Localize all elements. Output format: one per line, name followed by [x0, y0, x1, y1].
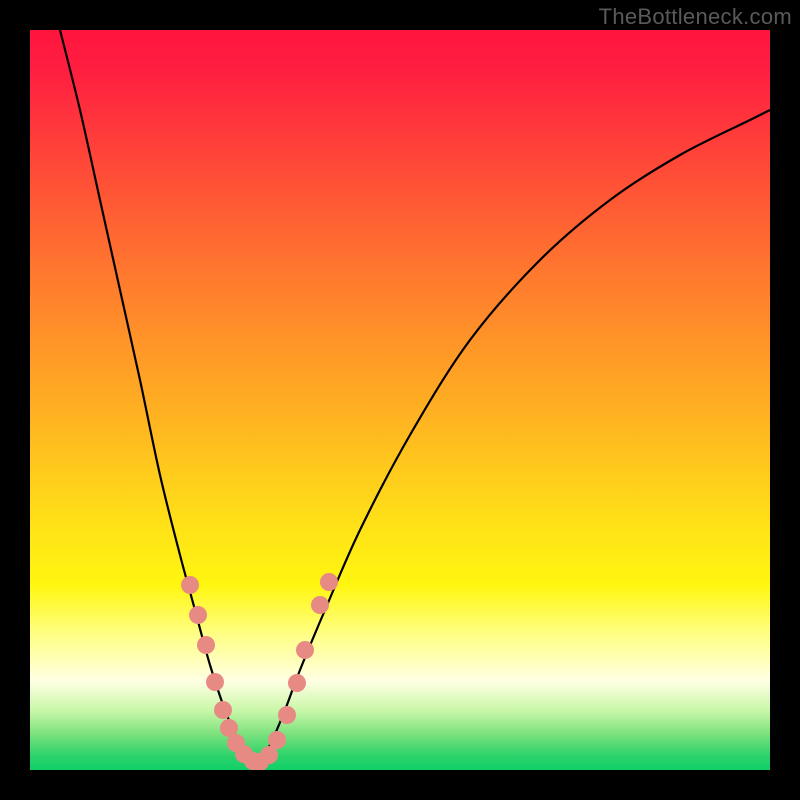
data-marker — [288, 674, 306, 692]
data-marker — [311, 596, 329, 614]
curve-layer — [30, 30, 770, 770]
left-curve — [60, 30, 250, 760]
data-marker — [214, 701, 232, 719]
data-marker — [189, 606, 207, 624]
data-marker — [181, 576, 199, 594]
data-marker — [268, 731, 286, 749]
watermark-label: TheBottleneck.com — [599, 4, 792, 30]
marker-group — [181, 573, 338, 770]
data-marker — [197, 636, 215, 654]
data-marker — [320, 573, 338, 591]
data-marker — [206, 673, 224, 691]
data-marker — [278, 706, 296, 724]
data-marker — [296, 641, 314, 659]
chart-frame: TheBottleneck.com — [0, 0, 800, 800]
plot-area — [30, 30, 770, 770]
right-curve — [260, 110, 770, 760]
